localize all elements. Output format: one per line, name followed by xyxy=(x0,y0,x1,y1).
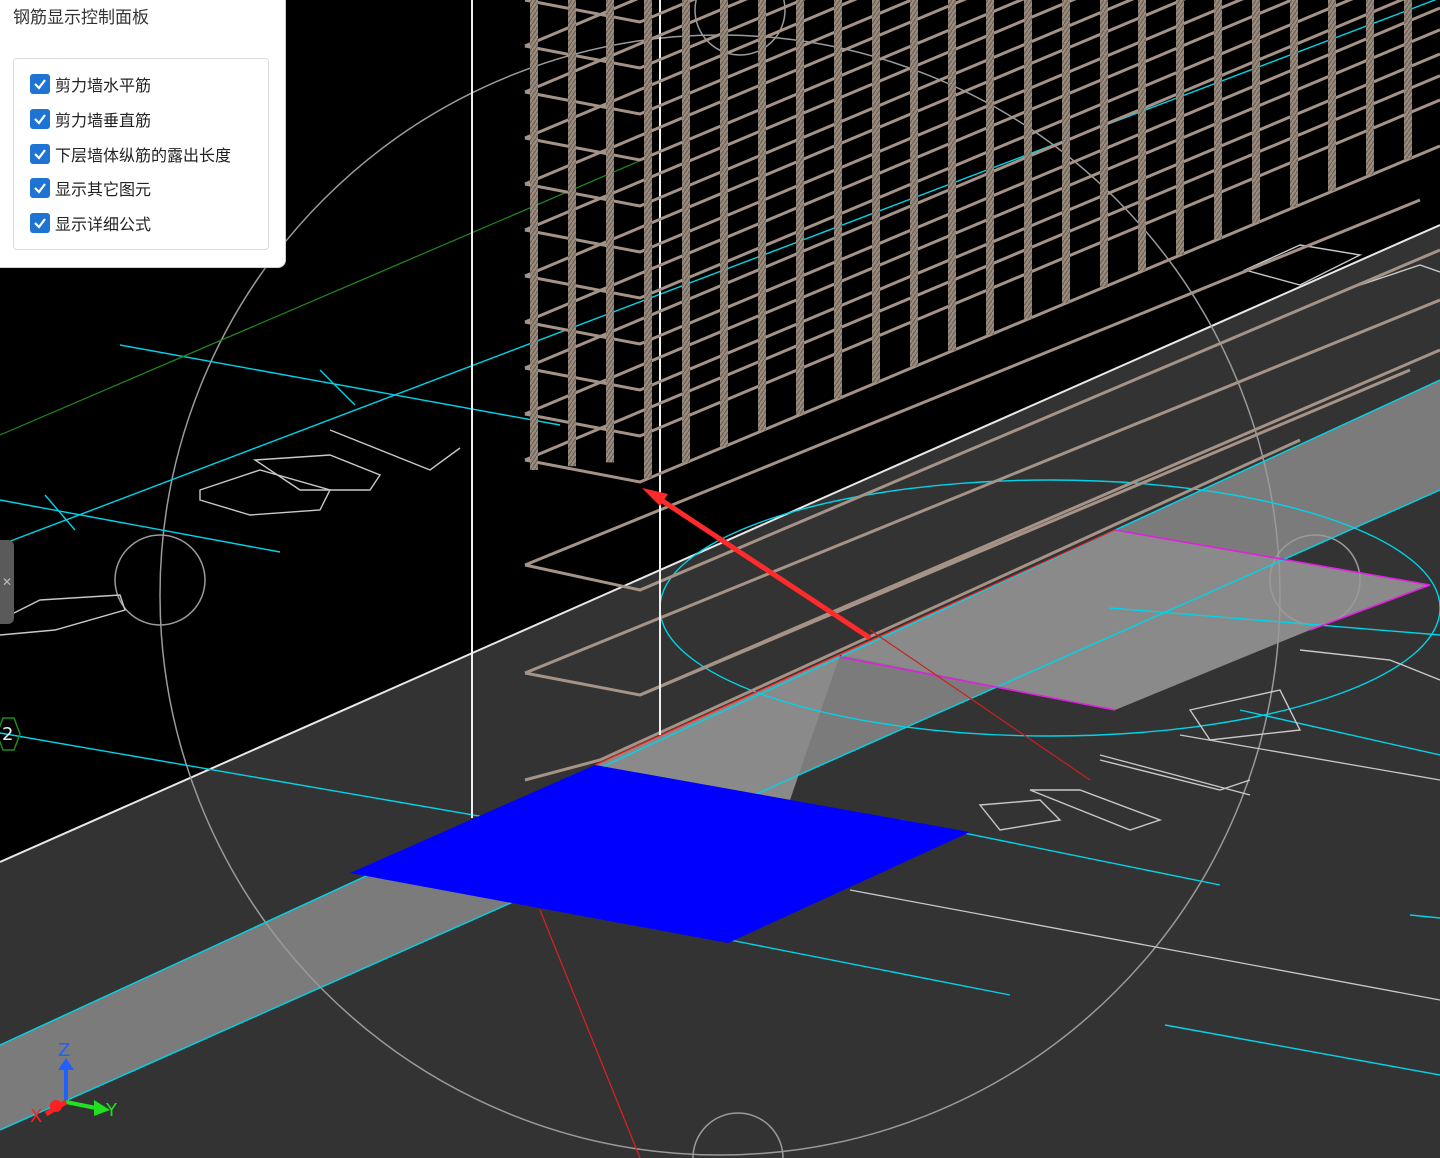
option-show-other-elements[interactable]: 显示其它图元 xyxy=(30,177,151,199)
vertical-rebar xyxy=(1062,0,1070,303)
vertical-rebar xyxy=(1404,0,1412,160)
side-collapse-button[interactable]: ✕ xyxy=(0,540,14,624)
vertical-rebar xyxy=(530,0,538,470)
vertical-rebar xyxy=(1328,0,1336,192)
vertical-rebar xyxy=(1252,0,1260,223)
checkbox-checked-icon[interactable] xyxy=(30,178,50,198)
option-label: 显示其它图元 xyxy=(55,180,152,199)
options-group: 剪力墙水平筋 剪力墙垂直筋 下层墙体纵筋的露出长度 显示其它图元 显示详细公式 xyxy=(13,58,269,250)
vertical-rebar xyxy=(1138,0,1146,271)
vertical-rebar xyxy=(758,0,766,431)
checkbox-checked-icon[interactable] xyxy=(30,213,50,233)
vertical-rebar xyxy=(796,0,804,415)
vertical-rebar xyxy=(1024,0,1032,319)
vertical-rebar xyxy=(568,0,576,467)
option-label: 剪力墙垂直筋 xyxy=(55,111,152,130)
vertical-rebar xyxy=(948,0,956,351)
option-show-detailed-formula[interactable]: 显示详细公式 xyxy=(30,212,151,234)
option-shear-wall-horizontal[interactable]: 剪力墙水平筋 xyxy=(30,73,151,95)
vertical-rebar xyxy=(986,0,994,335)
horizontal-rebar xyxy=(524,0,1354,300)
vertical-rebar xyxy=(720,0,728,447)
horizontal-rebar xyxy=(524,0,1296,324)
close-icon: ✕ xyxy=(1,575,13,589)
vertical-rebar xyxy=(1290,0,1298,207)
vertical-rebar xyxy=(1176,0,1184,255)
option-label: 显示详细公式 xyxy=(55,215,152,234)
vertical-rebar xyxy=(1366,0,1374,176)
panel-title: 钢筋显示控制面板 xyxy=(13,8,149,28)
vertical-rebar xyxy=(872,0,880,383)
vertical-rebar xyxy=(682,0,690,463)
rebar-display-control-panel: 钢筋显示控制面板 剪力墙水平筋 剪力墙垂直筋 下层墙体纵筋的露出长度 显示其它图… xyxy=(0,0,286,268)
checkbox-checked-icon[interactable] xyxy=(30,109,50,129)
axis-gizmo: Z Y X xyxy=(30,1040,130,1130)
vertical-rebar xyxy=(644,0,652,479)
checkbox-checked-icon[interactable] xyxy=(30,144,50,164)
option-label: 下层墙体纵筋的露出长度 xyxy=(55,146,232,165)
vertical-rebar xyxy=(910,0,918,367)
z-axis-label: Z xyxy=(58,1040,71,1061)
checkbox-checked-icon[interactable] xyxy=(30,74,50,94)
option-shear-wall-vertical[interactable]: 剪力墙垂直筋 xyxy=(30,108,151,130)
vertical-rebar xyxy=(1100,0,1108,287)
grid-label: 2 xyxy=(2,724,14,745)
vertical-rebar xyxy=(1214,0,1222,239)
vertical-rebar xyxy=(834,0,842,399)
option-label: 剪力墙水平筋 xyxy=(55,76,152,95)
y-axis-label: Y xyxy=(106,1100,117,1121)
option-lower-wall-exposed-length[interactable]: 下层墙体纵筋的露出长度 xyxy=(30,143,231,165)
vertical-rebar xyxy=(606,0,614,463)
x-axis-label: X xyxy=(30,1106,43,1127)
